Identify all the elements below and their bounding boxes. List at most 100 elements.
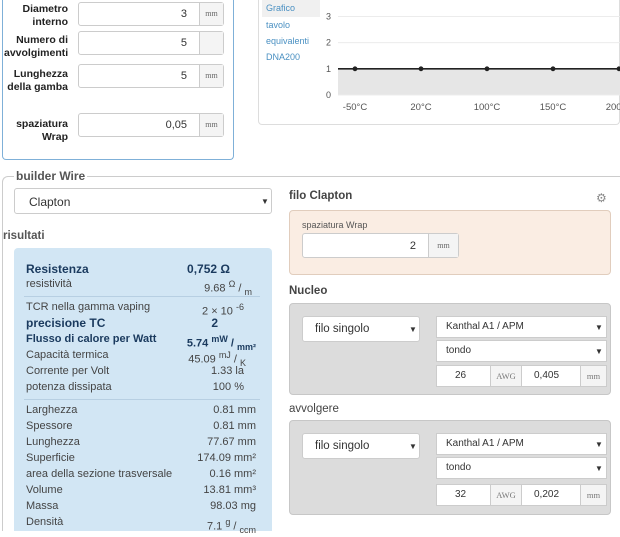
chart-data-point: [550, 66, 556, 72]
chevron-down-icon: ▼: [409, 442, 417, 451]
result-label: Densità: [26, 516, 64, 528]
core-material-value: Kanthal A1 / APM: [446, 321, 524, 332]
result-value: 174.09 mm²: [197, 452, 256, 464]
wrap-spacing-input[interactable]: 0,05 mm: [78, 113, 224, 137]
core-shape-select[interactable]: tondo ▼: [436, 340, 607, 362]
chart-y-tick-label: 2: [326, 38, 331, 48]
wrap-type-select[interactable]: filo singolo ▼: [302, 433, 420, 459]
heat-capacity-row: Capacità termica 45.09 mJ / K: [26, 349, 256, 368]
tab-table[interactable]: tavolo: [262, 17, 320, 33]
resistivity-row: resistività 9.68 Ω / m: [26, 278, 256, 297]
current-per-volt-row: Corrente per Volt 1.33 la: [26, 365, 256, 378]
chart-y-tick-label: 0: [326, 90, 331, 100]
result-label: Capacità termica: [26, 349, 109, 361]
divider: [24, 399, 260, 400]
inner-diameter-input[interactable]: 3 mm: [78, 2, 224, 26]
heat-flux-row: Flusso di calore per Watt 5.74 mW / mm²: [26, 333, 256, 352]
resistance-row: Resistenza 0,752 Ω: [26, 263, 256, 276]
wraps-count-input[interactable]: 5: [78, 31, 224, 55]
mass-row: Massa 98.03 mg: [26, 500, 256, 513]
results-title: risultati: [3, 230, 45, 242]
core-panel: filo singolo ▼ Kanthal A1 / APM ▼ tondo …: [289, 303, 611, 395]
chart-y-tick-label: 1: [326, 64, 331, 74]
width-row: Larghezza 0.81 mm: [26, 404, 256, 417]
chart-x-tick-label: 100°C: [474, 102, 501, 113]
surface-row: Superficie 174.09 mm²: [26, 452, 256, 465]
wrap-awg-value: 32: [455, 489, 467, 500]
wrap-spacing-value: 0,05: [165, 119, 187, 131]
result-label: Flusso di calore per Watt: [26, 333, 157, 345]
clapton-wrap-spacing-unit: mm: [428, 234, 458, 257]
density-row: Densità 7.1 g / ccm: [26, 516, 256, 535]
result-value: 0,752 Ω: [187, 262, 230, 276]
core-title: Nucleo: [289, 285, 328, 297]
wrap-shape-value: tondo: [446, 462, 472, 473]
wrap-spacing-label: spaziatura Wrap: [302, 220, 368, 230]
chart-tabs: Grafico tavolo equivalenti DNA200: [262, 0, 320, 65]
wraps-count-label: Numero di avvolgimenti: [4, 34, 69, 59]
gear-icon[interactable]: ⚙: [596, 191, 607, 205]
result-label: Larghezza: [26, 404, 78, 416]
chart-x-tick-label: 150°C: [540, 102, 567, 113]
result-value: 2 × 10 -6: [202, 302, 244, 318]
result-label: Volume: [26, 484, 63, 496]
result-value: 7.1 g / ccm: [206, 517, 256, 535]
tab-graph[interactable]: Grafico: [262, 0, 320, 17]
chevron-down-icon: ▼: [595, 464, 603, 473]
leg-length-input[interactable]: 5 mm: [78, 64, 224, 88]
core-diameter-input[interactable]: 0,405: [521, 365, 581, 387]
core-diameter-value: 0,405: [534, 370, 560, 381]
core-awg-unit: AWG: [490, 365, 522, 387]
tcr-row: TCR nella gamma vaping 2 × 10 -6: [26, 301, 256, 318]
result-value: 1.33 la: [210, 365, 244, 377]
tab-dna200[interactable]: DNA200: [262, 49, 320, 65]
wrap-diameter-input[interactable]: 0,202: [521, 484, 581, 506]
leg-length-label: Lunghezza della gamba: [7, 68, 68, 93]
builder-wire-legend: builder Wire: [14, 169, 88, 183]
core-material-select[interactable]: Kanthal A1 / APM ▼: [436, 316, 607, 338]
chevron-down-icon: ▼: [595, 440, 603, 449]
chevron-down-icon: ▼: [261, 197, 269, 206]
clapton-settings-panel: spaziatura Wrap 2 mm: [289, 210, 611, 275]
wrap-awg-input[interactable]: 32: [436, 484, 491, 506]
inner-diameter-unit: mm: [199, 3, 223, 25]
result-label: Resistenza: [26, 262, 89, 276]
result-label: potenza dissipata: [26, 381, 112, 393]
wrap-diameter-value: 0,202: [534, 489, 560, 500]
wrap-material-value: Kanthal A1 / APM: [446, 438, 524, 449]
core-awg-input[interactable]: 26: [436, 365, 491, 387]
clapton-wrap-spacing-value: 2: [409, 240, 416, 252]
volume-row: Volume 13.81 mm³: [26, 484, 256, 497]
tab-equivalents[interactable]: equivalenti: [262, 33, 320, 49]
wire-type-select[interactable]: Clapton ▼: [14, 188, 272, 214]
wrap-wire-panel: filo singolo ▼ Kanthal A1 / APM ▼ tondo …: [289, 420, 611, 515]
result-value: 13.81 mm³: [203, 484, 256, 496]
wrap-spacing-unit: mm: [199, 114, 223, 136]
result-label: Massa: [26, 500, 59, 512]
result-label: resistività: [26, 278, 72, 290]
wrap-awg-unit: AWG: [490, 484, 522, 506]
chart-x-tick-label: -50°C: [343, 102, 368, 113]
result-label: TCR nella gamma vaping: [26, 301, 151, 313]
core-awg-value: 26: [455, 370, 467, 381]
clapton-wrap-spacing-input[interactable]: 2 mm: [302, 233, 459, 258]
result-label: Spessore: [26, 420, 73, 432]
temperature-chart: 0 1 2 3 -50°C 20°C 100°C 150°C 200°C: [326, 11, 620, 113]
result-label: Lunghezza: [26, 436, 80, 448]
result-value: 100 %: [212, 381, 244, 393]
chart-y-tick-label: 3: [326, 11, 331, 21]
wrap-shape-select[interactable]: tondo ▼: [436, 457, 607, 479]
chart-data-point: [484, 66, 490, 72]
wrap-wire-title: avvolgere: [289, 403, 339, 415]
wraps-count-value: 5: [180, 37, 187, 49]
core-type-select[interactable]: filo singolo ▼: [302, 316, 420, 342]
clapton-title: filo Clapton: [289, 190, 353, 202]
result-value: 98.03 mg: [210, 500, 256, 512]
result-value: 0.81 mm: [213, 420, 256, 432]
result-value: 0.16 mm²: [209, 468, 256, 480]
wrap-type-value: filo singolo: [315, 440, 370, 452]
core-shape-value: tondo: [446, 345, 472, 356]
tc-precision-row: precisione TC 2: [26, 317, 256, 330]
wrap-material-select[interactable]: Kanthal A1 / APM ▼: [436, 433, 607, 455]
result-label: Corrente per Volt: [26, 365, 110, 377]
